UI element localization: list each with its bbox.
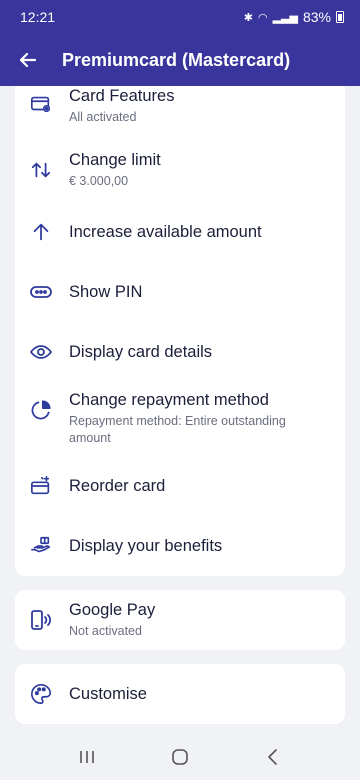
google-pay-section: Google Pay Not activated [15,590,345,650]
menu-item-increase-amount[interactable]: Increase available amount [15,202,345,262]
menu-item-title: Google Pay [69,601,156,619]
pie-chart-icon [29,398,53,422]
home-button[interactable] [160,742,200,772]
status-icons: ✱ ◠ ▂▃▅ 83% [244,9,344,25]
menu-item-display-details[interactable]: Display card details [15,322,345,382]
pin-dots-icon [29,280,53,304]
menu-item-title: Card Features [69,87,175,105]
eye-icon [29,340,53,364]
card-actions-section: Card Features All activated Change limit… [15,86,345,576]
battery-percent: 83% [302,9,331,25]
bluetooth-icon: ✱ [243,11,253,24]
palette-icon [29,682,53,706]
menu-item-card-features[interactable]: Card Features All activated [15,86,345,138]
menu-item-title: Reorder card [69,476,166,495]
phone-contactless-icon [29,608,53,632]
menu-item-reorder[interactable]: Reorder card [15,456,345,516]
menu-item-title: Change limit [69,151,161,169]
back-button[interactable] [16,48,40,72]
customise-section: Customise [15,664,345,724]
battery-icon [336,11,344,23]
menu-item-show-pin[interactable]: Show PIN [15,262,345,322]
status-bar: 12:21 ✱ ◠ ▂▃▅ 83% [0,0,360,34]
menu-item-benefits[interactable]: Display your benefits [15,516,345,576]
recent-apps-button[interactable] [67,742,107,772]
menu-item-title: Display card details [69,342,213,361]
menu-item-title: Display your benefits [69,536,223,555]
menu-item-subtitle: All activated [69,110,137,124]
menu-item-title: Change repayment method [69,391,269,409]
arrow-up-icon [29,220,53,244]
card-settings-icon [29,92,53,116]
page-title: Premiumcard (Mastercard) [62,49,291,70]
settings-list: Card Features All activated Change limit… [0,86,360,734]
system-back-button[interactable] [253,742,293,772]
system-nav-bar [0,734,360,780]
wifi-icon: ◠ [257,11,268,24]
arrow-left-icon [19,52,37,68]
arrows-up-down-icon [29,158,53,182]
reorder-card-icon [29,474,53,498]
hand-gift-icon [29,534,53,558]
menu-item-change-limit[interactable]: Change limit € 3.000,00 [15,138,345,202]
menu-item-customise[interactable]: Customise [15,664,345,724]
chevron-left-icon [268,749,278,765]
signal-icon: ▂▃▅ [272,11,298,24]
recent-apps-icon [79,751,94,763]
app-bar: Premiumcard (Mastercard) [0,34,360,86]
menu-item-title: Customise [69,684,147,703]
menu-item-subtitle: Repayment method: Entire outstanding amo… [69,414,286,445]
menu-item-subtitle: € 3.000,00 [69,174,129,188]
menu-item-title: Increase available amount [69,222,262,241]
menu-item-repayment[interactable]: Change repayment method Repayment method… [15,382,345,456]
home-icon [172,749,188,765]
menu-item-google-pay[interactable]: Google Pay Not activated [15,590,345,650]
menu-item-title: Show PIN [69,282,143,301]
menu-item-subtitle: Not activated [69,624,142,638]
status-time: 12:21 [20,9,56,25]
